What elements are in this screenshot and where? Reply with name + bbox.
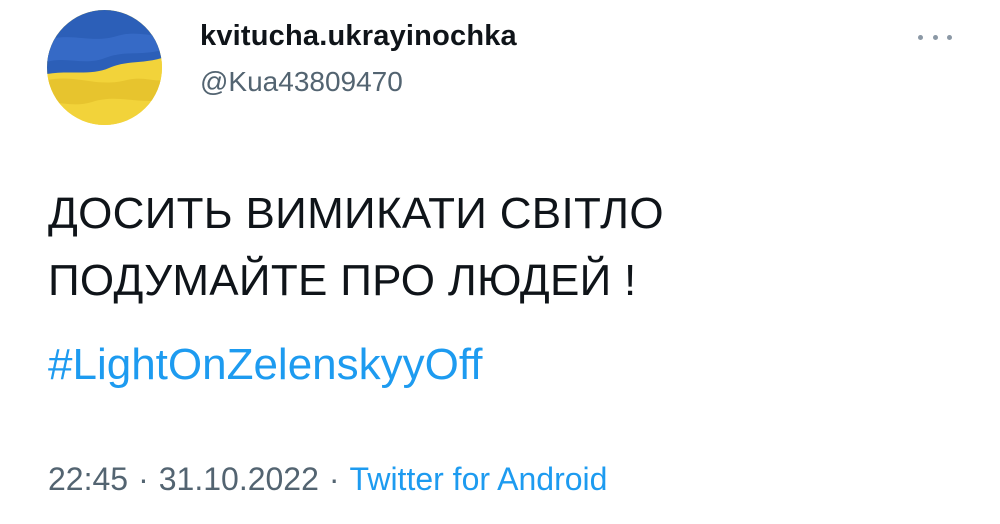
author-handle[interactable]: @Kua43809470 xyxy=(200,66,403,98)
dot xyxy=(947,34,952,40)
tweet-date[interactable]: 31.10.2022 xyxy=(159,461,319,497)
tweet-line: ПОДУМАЙТЕ ПРО ЛЮДЕЙ ! xyxy=(48,256,637,305)
separator: · xyxy=(328,461,340,497)
separator: · xyxy=(138,461,149,497)
tweet-time[interactable]: 22:45 xyxy=(48,461,128,497)
ukrainian-flag-avatar-icon xyxy=(47,10,162,125)
dot xyxy=(918,34,923,40)
avatar[interactable] xyxy=(47,10,162,125)
author-display-name[interactable]: kvitucha.ukrayinochka xyxy=(200,20,517,53)
more-horizontal-icon[interactable] xyxy=(918,30,952,44)
hashtag-link[interactable]: #LightOnZelenskyyOff xyxy=(48,337,483,393)
tweet-source-link[interactable]: Twitter for Android xyxy=(350,461,608,497)
tweet-meta: 22:45 · 31.10.2022 · Twitter for Android xyxy=(48,457,607,501)
tweet-line: ДОСИТЬ ВИМИКАТИ СВІТЛО xyxy=(48,189,664,238)
dot xyxy=(932,34,938,40)
tweet-text: ДОСИТЬ ВИМИКАТИ СВІТЛО ПОДУМАЙТЕ ПРО ЛЮД… xyxy=(48,180,664,314)
